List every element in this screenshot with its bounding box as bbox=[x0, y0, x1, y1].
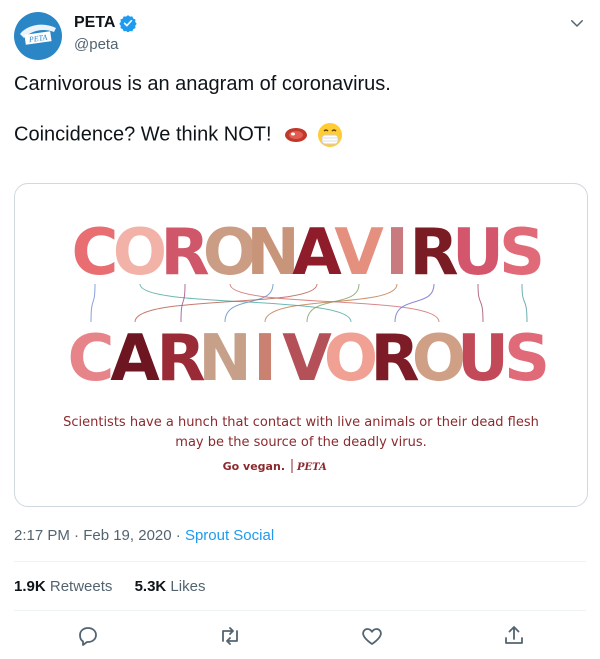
slogan: Go vegan. bbox=[223, 460, 285, 473]
tweet-line-2-text: Coincidence? We think NOT! bbox=[14, 123, 272, 146]
avatar-logo-text: PETA bbox=[27, 33, 48, 45]
steak-emoji-icon bbox=[285, 128, 308, 142]
name-row: PETA bbox=[74, 12, 138, 34]
retweets-label: Retweets bbox=[49, 578, 113, 595]
action-bar bbox=[14, 620, 586, 654]
likes-label: Likes bbox=[170, 578, 206, 595]
anagram-graphic: CORONAV I RUS CARN I VOROUS Scientists have … bbox=[63, 216, 551, 473]
peta-logo-icon: PETA bbox=[20, 24, 56, 45]
caption-line-2: may be the source of the deadly virus. bbox=[175, 435, 426, 450]
author-info: PETA @peta bbox=[74, 12, 138, 53]
tweet-stats: 1.9K Retweets 5.3K Likes bbox=[14, 578, 223, 595]
tweet-text: Carnivorous is an anagram of coronavirus… bbox=[14, 72, 586, 148]
mask-face-emoji-icon bbox=[317, 123, 342, 147]
likes-count: 5.3K bbox=[134, 578, 167, 595]
retweets-stat[interactable]: 1.9K Retweets bbox=[14, 578, 112, 595]
carnivorous-letter-5: I bbox=[253, 322, 277, 396]
share-icon[interactable] bbox=[502, 624, 526, 648]
carnivorous-letter-2: A bbox=[110, 322, 160, 396]
coronavirus-letter-7: V bbox=[334, 216, 384, 290]
caption-line-1: Scientists have a hunch that contact wit… bbox=[63, 415, 539, 430]
carnivorous-letter-10: U bbox=[457, 322, 509, 396]
tweet-meta: 2:17 PM · Feb 19, 2020 · Sprout Social bbox=[14, 527, 274, 544]
timestamp[interactable]: 2:17 PM · Feb 19, 2020 · bbox=[14, 527, 185, 544]
display-name[interactable]: PETA bbox=[74, 14, 115, 32]
reply-icon[interactable] bbox=[76, 624, 100, 648]
retweet-icon[interactable] bbox=[218, 624, 242, 648]
handle[interactable]: @peta bbox=[74, 36, 137, 53]
coronavirus-letter-1: C bbox=[72, 216, 119, 290]
tweet-line-2: Coincidence? We think NOT! bbox=[14, 122, 586, 148]
coronavirus-letter-10: U bbox=[452, 216, 504, 290]
tweet-line-1: Carnivorous is an anagram of coronavirus… bbox=[14, 73, 391, 95]
avatar[interactable]: PETA bbox=[14, 12, 62, 60]
carnivorous-letter-1: C bbox=[68, 322, 115, 396]
likes-stat[interactable]: 5.3K Likes bbox=[135, 578, 206, 595]
source-link[interactable]: Sprout Social bbox=[185, 527, 274, 544]
coronavirus-letter-8: I bbox=[385, 216, 409, 290]
coronavirus-letter-11: S bbox=[499, 216, 545, 290]
divider-bottom bbox=[14, 610, 586, 611]
word-carnivorous: CARN I VOROUS bbox=[68, 322, 551, 396]
tweet: PETA PETA @peta Carnivorous is an anagra… bbox=[0, 0, 600, 659]
coronavirus-letter-2: O bbox=[113, 216, 167, 290]
word-coronavirus: CORONAV I RUS bbox=[72, 216, 546, 290]
retweets-count: 1.9K bbox=[14, 578, 46, 595]
tweet-image[interactable]: CORONAVIRUS CARNIVOROUS Scientists have … bbox=[14, 183, 588, 507]
peta-logo: PETA bbox=[296, 462, 327, 473]
verified-badge-icon bbox=[119, 15, 138, 32]
carnivorous-letter-11: S bbox=[504, 322, 550, 396]
like-heart-icon[interactable] bbox=[360, 624, 384, 648]
chevron-down-icon[interactable] bbox=[568, 14, 586, 32]
carnivorous-letter-4: N bbox=[198, 322, 252, 396]
divider-top bbox=[14, 561, 586, 562]
